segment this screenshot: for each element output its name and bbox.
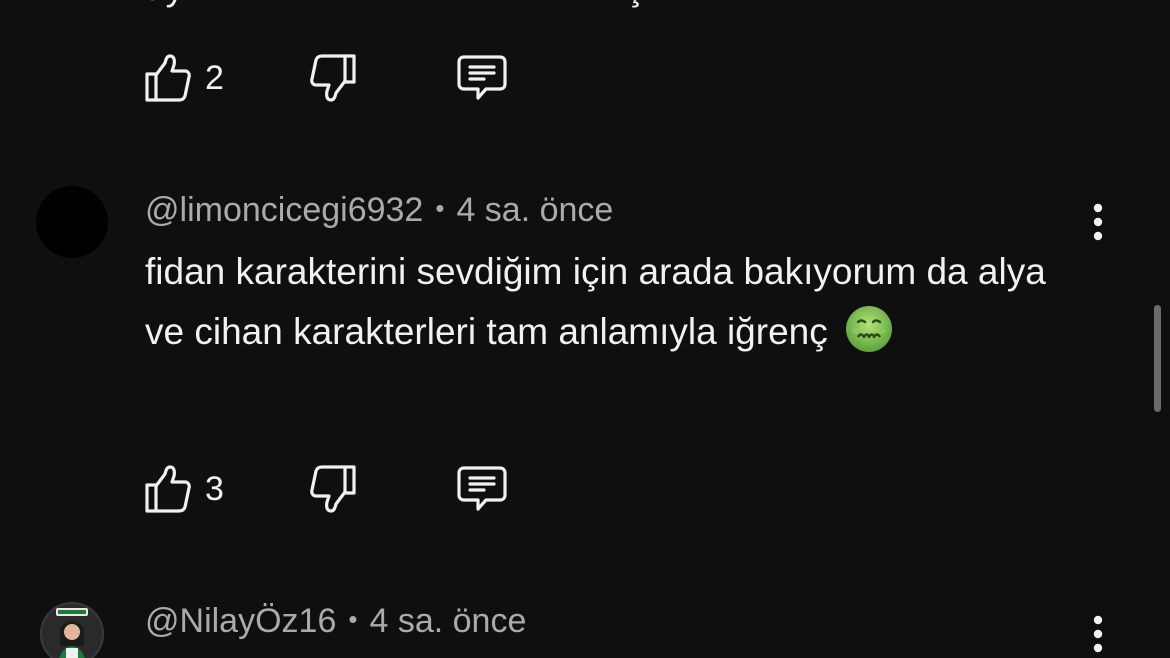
more-vertical-icon[interactable] — [1083, 200, 1113, 244]
comment-text: fidan karakterini sevdiğim için arada ba… — [145, 242, 1075, 362]
like-count: 3 — [205, 470, 224, 508]
comment-time: 4 sa. önce — [369, 602, 527, 640]
avatar[interactable] — [36, 598, 108, 658]
dislike-button[interactable] — [310, 54, 356, 102]
comment-meta: @limoncicegi6932 • 4 sa. önce — [145, 193, 613, 227]
reply-button[interactable] — [456, 465, 508, 513]
more-vertical-icon[interactable] — [1083, 612, 1113, 656]
previous-comment-actions: 2 — [145, 52, 508, 104]
meta-separator: • — [348, 604, 358, 634]
reply-button[interactable] — [456, 54, 508, 102]
previous-comment-text-partial: ay ş — [145, 0, 645, 6]
reply-icon — [457, 466, 507, 511]
like-button[interactable]: 3 — [145, 465, 224, 513]
comment-actions: 3 — [145, 463, 508, 515]
thumbs-up-icon — [145, 54, 191, 102]
dislike-button[interactable] — [310, 465, 356, 513]
comment-author-handle[interactable]: @limoncicegi6932 — [145, 191, 423, 229]
thumbs-down-icon — [310, 465, 356, 513]
reply-icon — [457, 55, 507, 100]
avatar-image — [36, 598, 108, 658]
comment-body: fidan karakterini sevdiğim için arada ba… — [145, 251, 1046, 352]
comments-page: ay ş 2 — [0, 0, 1170, 658]
comment-meta: @NilayÖz16 • 4 sa. önce — [145, 604, 526, 638]
like-count: 2 — [205, 59, 224, 97]
thumbs-down-icon — [310, 54, 356, 102]
meta-separator: • — [435, 193, 445, 223]
avatar[interactable] — [36, 186, 108, 258]
comment-author-handle[interactable]: @NilayÖz16 — [145, 602, 336, 640]
scrollbar[interactable] — [1154, 305, 1161, 412]
thumbs-up-icon — [145, 465, 191, 513]
nauseated-face-emoji — [846, 306, 893, 352]
comment-time: 4 sa. önce — [456, 191, 614, 229]
like-button[interactable]: 2 — [145, 54, 224, 102]
